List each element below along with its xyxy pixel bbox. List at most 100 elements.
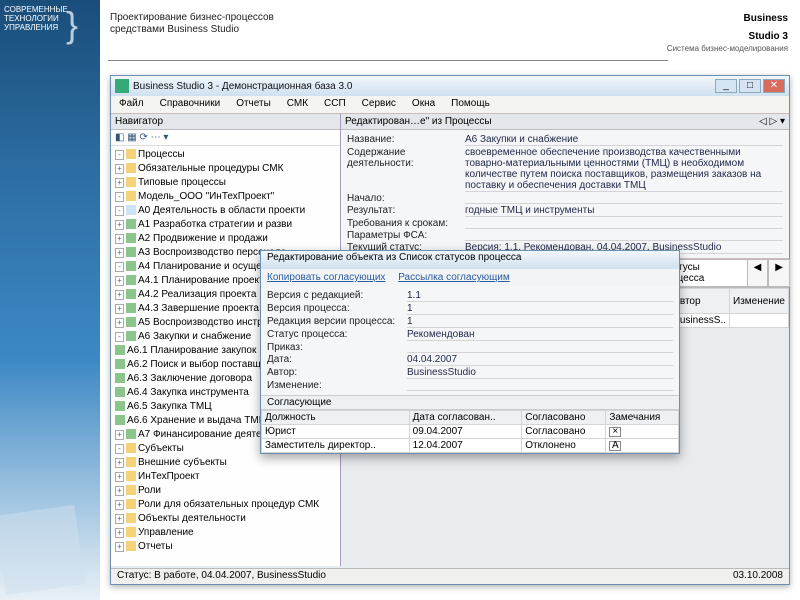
field-value[interactable]: 04.04.2007 — [407, 354, 673, 366]
editor-tab-header[interactable]: Редактирован…е" из Процессы ◁ ▷ ▾ — [341, 114, 789, 130]
close-button[interactable]: ✕ — [763, 79, 785, 93]
expand-icon[interactable]: + — [115, 164, 124, 174]
cell[interactable] — [730, 314, 789, 328]
val-content[interactable]: своевременное обеспечение производства к… — [465, 147, 783, 192]
scroll-right-icon[interactable]: ▶ — [768, 259, 790, 287]
field-value[interactable]: 1 — [407, 303, 673, 315]
cell[interactable]: × — [606, 425, 679, 439]
tree-node[interactable]: -А0 Деятельность в области проекти — [113, 204, 338, 218]
field-label: Дата: — [267, 354, 407, 366]
tree-node[interactable]: +Роли для обязательных процедур СМК — [113, 498, 338, 512]
tree-node[interactable]: +А1 Разработка стратегии и разви — [113, 218, 338, 232]
expand-icon[interactable]: + — [115, 290, 124, 300]
cell[interactable]: Отклонено — [522, 439, 606, 453]
note-icon[interactable]: A — [609, 441, 621, 451]
menu-item[interactable]: Сервис — [354, 96, 404, 113]
scroll-left-icon[interactable]: ◀ — [747, 259, 769, 287]
tree-node[interactable]: +Управление — [113, 526, 338, 540]
tab-nav-icons[interactable]: ◁ ▷ ▾ — [759, 116, 785, 127]
expand-icon[interactable]: - — [115, 444, 124, 454]
tree-node[interactable]: +ИнТехПроект — [113, 470, 338, 484]
expand-icon[interactable]: - — [115, 206, 124, 216]
expand-icon[interactable]: + — [115, 304, 124, 314]
expand-icon[interactable]: - — [115, 262, 124, 272]
expand-icon[interactable]: + — [115, 500, 124, 510]
expand-icon[interactable]: + — [115, 318, 124, 328]
field-value[interactable] — [407, 380, 673, 391]
menu-item[interactable]: Справочники — [152, 96, 229, 113]
navigator-toolbar[interactable]: ◧ ▦ ⟳ ⋯ ▾ — [111, 130, 340, 146]
expand-icon[interactable]: + — [115, 220, 124, 230]
tree-node[interactable]: +Роли — [113, 484, 338, 498]
menu-item[interactable]: Помощь — [443, 96, 498, 113]
menu-item[interactable]: Файл — [111, 96, 152, 113]
field-value[interactable] — [407, 342, 673, 353]
val-fsa[interactable] — [465, 230, 783, 241]
navigator-title: Навигатор — [111, 114, 340, 130]
cell[interactable]: 12.04.2007 — [409, 439, 522, 453]
status-edit-dialog[interactable]: Редактирование объекта из Список статусо… — [260, 250, 680, 454]
menu-item[interactable]: Отчеты — [228, 96, 279, 113]
col-header[interactable]: Изменение — [730, 289, 789, 314]
tree-node[interactable]: +Типовые процессы — [113, 176, 338, 190]
mail-approvers-link[interactable]: Рассылка согласующим — [398, 272, 510, 283]
table-row[interactable]: Юрист09.04.2007Согласовано× — [262, 425, 679, 439]
expand-icon[interactable]: - — [115, 192, 124, 202]
expand-icon[interactable]: + — [115, 528, 124, 538]
col-header[interactable]: Дата согласован.. — [409, 411, 522, 425]
expand-icon[interactable]: + — [115, 472, 124, 482]
val-name[interactable]: А6 Закупки и снабжение — [465, 134, 783, 146]
col-header[interactable]: Согласовано — [522, 411, 606, 425]
dialog-form: Версия с редакцией:1.1Версия процесса:1Р… — [261, 286, 679, 395]
expand-icon[interactable]: + — [115, 430, 124, 440]
approvers-grid[interactable]: ДолжностьДата согласован..СогласованоЗам… — [261, 410, 679, 453]
col-header[interactable]: Замечания — [606, 411, 679, 425]
menu-item[interactable]: ССП — [316, 96, 354, 113]
lbl-result: Результат: — [347, 205, 465, 217]
note-icon[interactable]: × — [609, 427, 621, 437]
table-row[interactable]: Заместитель директор..12.04.2007Отклонен… — [262, 439, 679, 453]
expand-icon[interactable]: - — [115, 150, 124, 160]
expand-icon[interactable]: + — [115, 486, 124, 496]
field-value[interactable]: BusinessStudio — [407, 367, 673, 379]
cell[interactable]: Юрист — [262, 425, 410, 439]
tree-node[interactable]: -Процессы — [113, 148, 338, 162]
cell[interactable]: Согласовано — [522, 425, 606, 439]
copy-approvers-link[interactable]: Копировать согласующих — [267, 272, 385, 283]
tree-node[interactable]: +Объекты деятельности — [113, 512, 338, 526]
brand-word2: Studio 3 — [749, 31, 788, 42]
field-value[interactable]: 1 — [407, 316, 673, 328]
tree-node[interactable]: +Внешние субъекты — [113, 456, 338, 470]
arr-icon — [126, 247, 136, 257]
cell[interactable]: Заместитель директор.. — [262, 439, 410, 453]
minimize-button[interactable]: _ — [715, 79, 737, 93]
field-value[interactable]: 1.1 — [407, 290, 673, 302]
val-result[interactable]: годные ТМЦ и инструменты — [465, 205, 783, 217]
menubar: ФайлСправочникиОтчетыСМКССПСервисОкнаПом… — [111, 96, 789, 114]
expand-icon[interactable]: + — [115, 276, 124, 286]
field-label: Статус процесса: — [267, 329, 407, 341]
cell[interactable]: 09.04.2007 — [409, 425, 522, 439]
val-start[interactable] — [465, 193, 783, 204]
tree-node[interactable]: +А2 Продвижение и продажи — [113, 232, 338, 246]
cell[interactable]: A — [606, 439, 679, 453]
window-titlebar[interactable]: Business Studio 3 - Демонстрационная баз… — [111, 76, 789, 96]
expand-icon[interactable]: + — [115, 248, 124, 258]
expand-icon[interactable]: + — [115, 458, 124, 468]
expand-icon[interactable]: + — [115, 234, 124, 244]
menu-item[interactable]: СМК — [279, 96, 316, 113]
expand-icon[interactable]: + — [115, 178, 124, 188]
menu-item[interactable]: Окна — [404, 96, 443, 113]
col-header[interactable]: Должность — [262, 411, 410, 425]
expand-icon[interactable]: + — [115, 514, 124, 524]
lbl-name: Название: — [347, 134, 465, 146]
val-terms[interactable] — [465, 218, 783, 229]
expand-icon[interactable]: - — [115, 332, 124, 342]
tree-node[interactable]: -Модель_ООО "ИнТехПроект" — [113, 190, 338, 204]
maximize-button[interactable]: □ — [739, 79, 761, 93]
field-value[interactable]: Рекомендован — [407, 329, 673, 341]
expand-icon[interactable]: + — [115, 542, 124, 552]
tree-node[interactable]: +Отчеты — [113, 540, 338, 554]
product-brand: Business Studio 3 Система бизнес-моделир… — [667, 8, 788, 53]
tree-node[interactable]: +Обязательные процедуры СМК — [113, 162, 338, 176]
